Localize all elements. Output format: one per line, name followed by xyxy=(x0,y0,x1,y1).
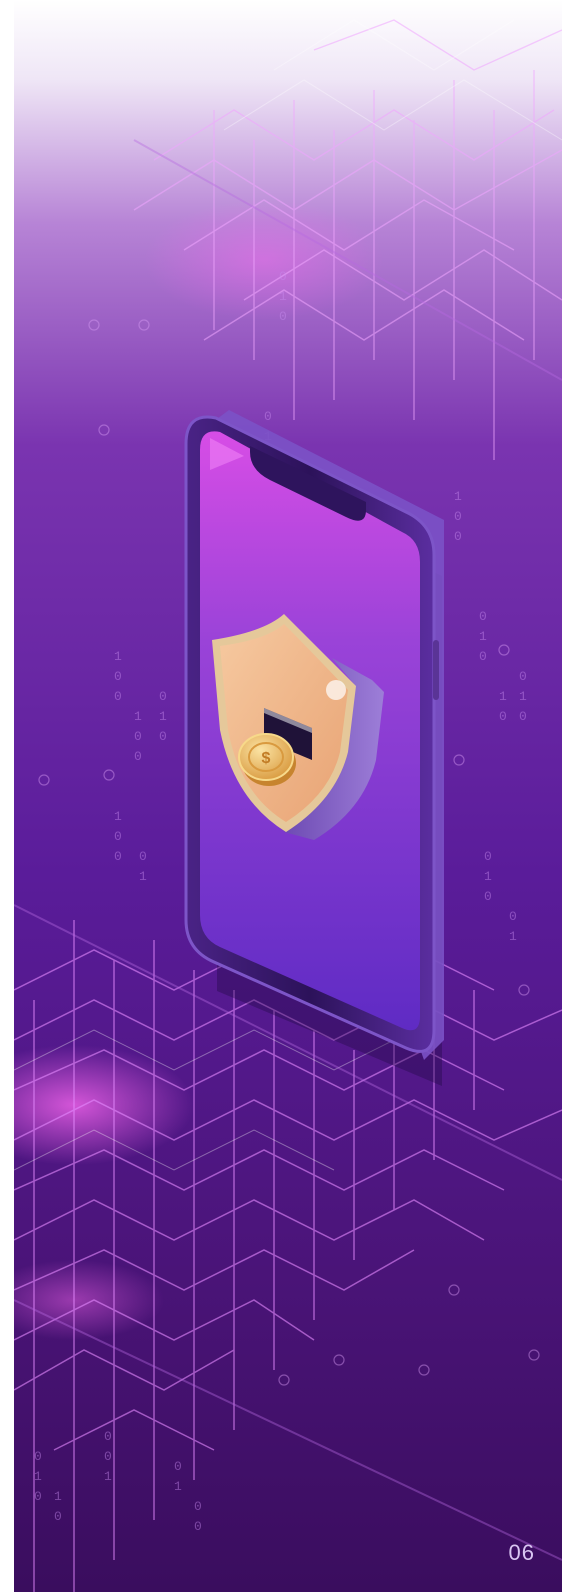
svg-text:0: 0 xyxy=(174,1459,182,1474)
svg-text:0: 0 xyxy=(484,889,492,904)
svg-text:0: 0 xyxy=(484,849,492,864)
svg-text:0: 0 xyxy=(194,1519,202,1534)
svg-text:0: 0 xyxy=(264,409,272,424)
svg-text:0: 0 xyxy=(114,689,122,704)
svg-text:0: 0 xyxy=(479,609,487,624)
security-illustration: 100 100 010 100 01 010 10 010 010 01 100… xyxy=(14,0,562,1592)
svg-text:1: 1 xyxy=(159,709,167,724)
svg-text:1: 1 xyxy=(134,709,142,724)
svg-text:1: 1 xyxy=(114,809,122,824)
svg-text:1: 1 xyxy=(114,649,122,664)
svg-text:1: 1 xyxy=(484,869,492,884)
svg-text:0: 0 xyxy=(104,1429,112,1444)
svg-text:0: 0 xyxy=(454,529,462,544)
svg-text:1: 1 xyxy=(509,929,517,944)
svg-text:0: 0 xyxy=(54,1509,62,1524)
page-number: 06 xyxy=(508,1540,535,1565)
svg-text:0: 0 xyxy=(34,1489,42,1504)
svg-text:1: 1 xyxy=(499,689,507,704)
svg-text:0: 0 xyxy=(499,709,507,724)
svg-text:0: 0 xyxy=(139,849,147,864)
svg-text:0: 0 xyxy=(134,729,142,744)
svg-text:1: 1 xyxy=(174,1479,182,1494)
illustration-svg: 100 100 010 100 01 010 10 010 010 01 100… xyxy=(14,0,562,1592)
svg-text:1: 1 xyxy=(479,629,487,644)
svg-text:1: 1 xyxy=(139,869,147,884)
page: 100 100 010 100 01 010 10 010 010 01 100… xyxy=(0,0,562,1592)
svg-text:0: 0 xyxy=(114,829,122,844)
svg-text:0: 0 xyxy=(279,309,287,324)
svg-text:0: 0 xyxy=(159,729,167,744)
svg-text:0: 0 xyxy=(159,689,167,704)
svg-text:0: 0 xyxy=(114,849,122,864)
svg-text:$: $ xyxy=(262,750,271,767)
svg-text:0: 0 xyxy=(194,1499,202,1514)
svg-text:0: 0 xyxy=(519,669,527,684)
svg-text:0: 0 xyxy=(509,909,517,924)
svg-text:0: 0 xyxy=(279,269,287,284)
svg-text:0: 0 xyxy=(134,749,142,764)
svg-text:1: 1 xyxy=(279,289,287,304)
svg-text:0: 0 xyxy=(519,709,527,724)
svg-text:1: 1 xyxy=(519,689,527,704)
svg-text:0: 0 xyxy=(114,669,122,684)
svg-text:0: 0 xyxy=(104,1449,112,1464)
svg-text:0: 0 xyxy=(454,509,462,524)
svg-text:1: 1 xyxy=(104,1469,112,1484)
svg-text:1: 1 xyxy=(54,1489,62,1504)
svg-text:0: 0 xyxy=(34,1449,42,1464)
svg-text:0: 0 xyxy=(479,649,487,664)
svg-text:1: 1 xyxy=(454,489,462,504)
svg-text:1: 1 xyxy=(34,1469,42,1484)
